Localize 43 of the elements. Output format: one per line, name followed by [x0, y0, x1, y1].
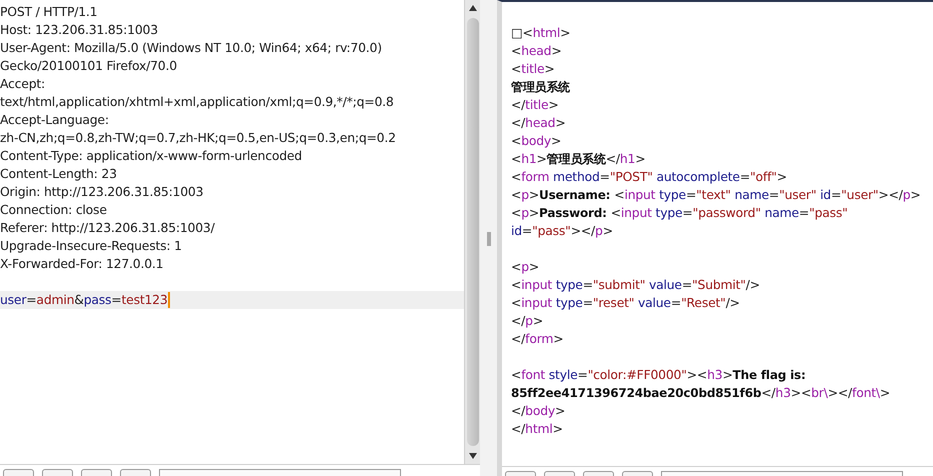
request-line: Upgrade-Insecure-Requests: 1: [0, 237, 182, 255]
response-line: <h1>管理员系统</h1>: [511, 150, 646, 168]
request-line: Connection: close: [0, 201, 107, 219]
request-line: zh-CN,zh;q=0.8,zh-TW;q=0.7,zh-HK;q=0.5,en-US;q=0.3,en;q=0.2: [0, 129, 396, 147]
request-line: Origin: http://123.206.31.85:1003: [0, 183, 204, 201]
scrollbar[interactable]: [464, 0, 480, 464]
response-line: <title>: [511, 60, 555, 78]
response-line: 管理员系统: [511, 79, 570, 96]
request-line: Accept-Language:: [0, 111, 109, 129]
request-line: Gecko/20100101 Firefox/70.0: [0, 57, 177, 75]
request-line: Accept:: [0, 75, 46, 93]
request-line: Content-Length: 23: [0, 165, 117, 183]
request-line: Content-Type: application/x-www-form-urlencoded: [0, 147, 302, 165]
response-line: <body>: [511, 132, 562, 150]
request-line: Referer: http://123.206.31.85:1003/: [0, 219, 215, 237]
request-line: text/html,application/xhtml+xml,application/xml;q=0.9,*/*;q=0.8: [0, 93, 394, 111]
request-line: X-Forwarded-For: 127.0.0.1: [0, 255, 164, 273]
scroll-down-icon[interactable]: [468, 453, 476, 459]
splitter-handle[interactable]: [486, 232, 490, 246]
response-line: </title>: [511, 96, 559, 114]
response-line: </head>: [511, 114, 566, 132]
response-line: </body>: [511, 402, 566, 420]
response-line: </html>: [511, 420, 563, 438]
response-line: <input type="reset" value="Reset"/>: [511, 294, 740, 312]
text-cursor: [168, 292, 170, 308]
response-line: <form method="POST" autocomplete="off">: [511, 168, 787, 186]
response-line: <p>Username: <input type="text" name="user" id="user"></p>: [511, 186, 921, 204]
request-line: Host: 123.206.31.85:1003: [0, 21, 158, 39]
request-line: POST / HTTP/1.1: [0, 3, 98, 21]
response-line: <head>: [511, 42, 562, 60]
response-line: <font style="color:#FF0000"><h3>The flag is:: [511, 366, 806, 384]
response-line: id="pass"></p>: [511, 222, 613, 240]
scroll-thumb[interactable]: [466, 18, 478, 446]
response-line: <input type="submit" value="Submit"/>: [511, 276, 760, 294]
request-line: User-Agent: Mozilla/5.0 (Windows NT 10.0; Win64; x64; rv:70.0): [0, 39, 382, 57]
request-line: user=admin&pass=test123: [0, 291, 170, 309]
response-line: </form>: [511, 330, 564, 348]
response-line: <p>Password: <input type="password" name="pass": [511, 204, 848, 222]
response-line: □<html>: [511, 24, 570, 42]
response-line: </p>: [511, 312, 544, 330]
response-line: <p>: [511, 258, 540, 276]
response-line: 85ff2ee4171396724bae20c0bd851f6b</h3><br\></font\>: [511, 384, 890, 402]
scroll-up-icon[interactable]: [468, 5, 476, 11]
